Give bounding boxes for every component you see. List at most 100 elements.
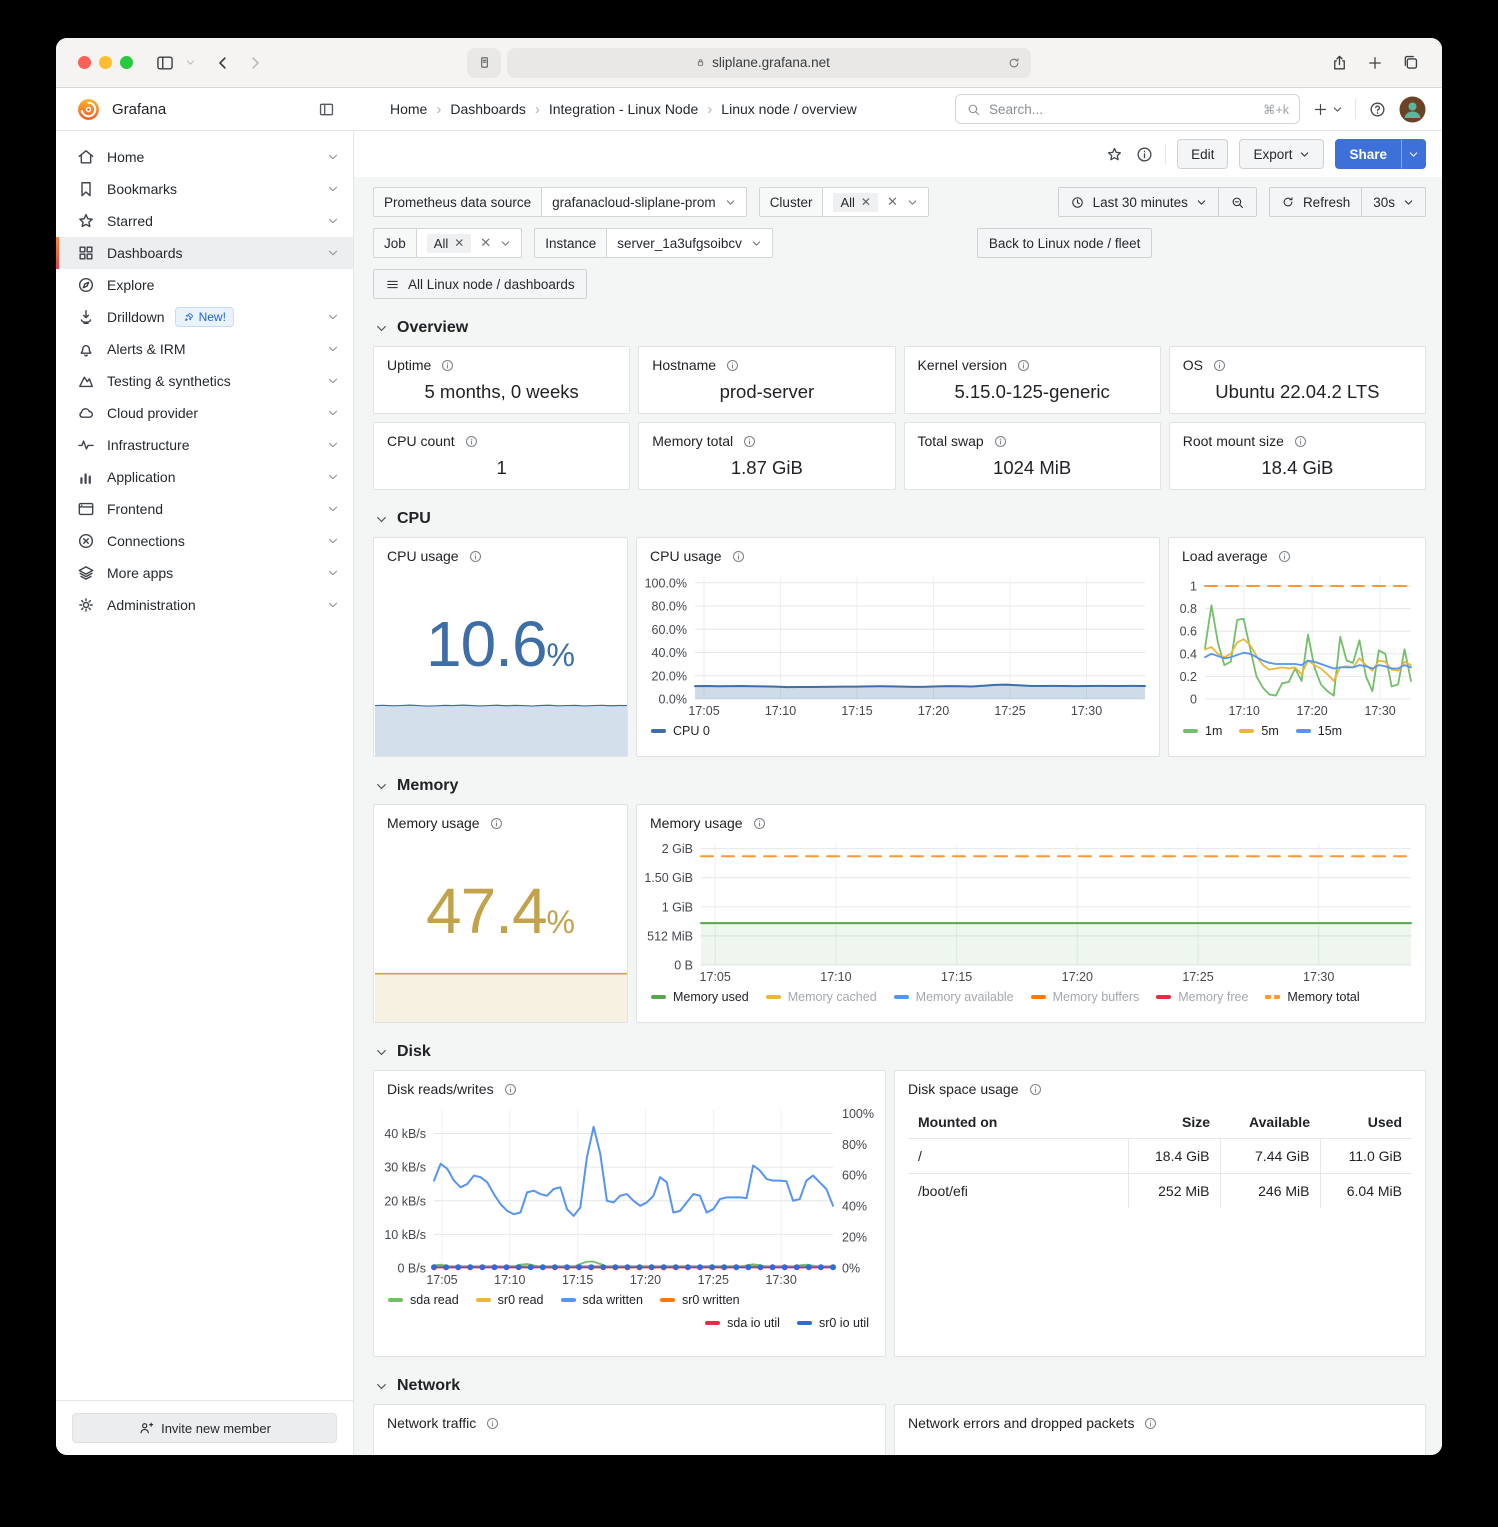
help-icon[interactable] <box>1368 100 1387 119</box>
cluster-select[interactable]: All✕ ✕ <box>822 187 928 217</box>
info-icon[interactable] <box>1143 1416 1158 1431</box>
section-cpu[interactable]: CPU <box>375 510 1426 528</box>
sidebar-item-home[interactable]: Home <box>56 141 353 173</box>
invite-new-member-button[interactable]: Invite new member <box>72 1413 337 1443</box>
clear-icon[interactable]: ✕ <box>887 194 898 210</box>
sidebar-item-infrastructure[interactable]: Infrastructure <box>56 429 353 461</box>
legend-item[interactable]: Memory total <box>1265 990 1359 1004</box>
chevron-down-icon[interactable] <box>327 503 339 515</box>
favorite-icon[interactable] <box>1105 145 1124 164</box>
section-memory[interactable]: Memory <box>375 777 1426 795</box>
legend-item[interactable]: 5m <box>1239 724 1278 738</box>
sidebar-item-starred[interactable]: Starred <box>56 205 353 237</box>
instance-select[interactable]: server_1a3ufgsoibcv <box>606 228 773 258</box>
section-disk[interactable]: Disk <box>375 1043 1426 1061</box>
zoom-window-button[interactable] <box>120 56 133 69</box>
info-icon[interactable] <box>503 1082 518 1097</box>
info-icon[interactable] <box>468 549 483 564</box>
job-select[interactable]: All✕ ✕ <box>416 228 522 258</box>
info-icon[interactable] <box>752 816 767 831</box>
sidebar-item-more-apps[interactable]: More apps <box>56 557 353 589</box>
cluster-chip[interactable]: All✕ <box>833 193 878 212</box>
chevron-down-icon[interactable] <box>327 567 339 579</box>
job-chip[interactable]: All✕ <box>427 234 472 253</box>
info-icon[interactable] <box>1212 358 1227 373</box>
sidebar-item-cloud-provider[interactable]: Cloud provider <box>56 397 353 429</box>
reload-icon[interactable] <box>1007 56 1021 70</box>
new-tab-icon[interactable] <box>1366 54 1384 72</box>
clear-icon[interactable]: ✕ <box>480 235 491 251</box>
chevron-down-icon[interactable] <box>327 215 339 227</box>
legend-item[interactable]: sda written <box>561 1293 643 1307</box>
info-icon[interactable] <box>489 816 504 831</box>
legend-item[interactable]: sda read <box>388 1293 459 1307</box>
cpu-usage-chart[interactable]: 0.0%20.0%40.0%60.0%80.0%100.0%17:0517:10… <box>637 569 1159 721</box>
section-network[interactable]: Network <box>375 1377 1426 1395</box>
info-icon[interactable] <box>440 358 455 373</box>
chevron-down-icon[interactable] <box>327 535 339 547</box>
info-icon[interactable] <box>1028 1082 1043 1097</box>
breadcrumb-integration[interactable]: Integration - Linux Node <box>549 101 698 117</box>
grafana-logo[interactable] <box>76 97 101 122</box>
legend-item[interactable]: Memory used <box>651 990 749 1004</box>
legend-item[interactable]: Memory buffers <box>1031 990 1140 1004</box>
legend-item[interactable]: 1m <box>1183 724 1222 738</box>
info-icon[interactable] <box>731 549 746 564</box>
sidebar-item-dashboards[interactable]: Dashboards <box>56 237 353 269</box>
sidebar-item-bookmarks[interactable]: Bookmarks <box>56 173 353 205</box>
info-icon[interactable] <box>464 434 479 449</box>
minimize-window-button[interactable] <box>99 56 112 69</box>
legend-item[interactable]: Memory cached <box>766 990 877 1004</box>
share-page-icon[interactable] <box>1330 53 1349 72</box>
chevron-down-icon[interactable] <box>327 375 339 387</box>
avatar[interactable] <box>1399 96 1426 123</box>
sidebar-item-application[interactable]: Application <box>56 461 353 493</box>
breadcrumb-dashboards[interactable]: Dashboards <box>450 101 526 117</box>
datasource-select[interactable]: grafanacloud-sliplane-prom <box>541 187 747 217</box>
table-header[interactable]: Size <box>1128 1106 1220 1139</box>
export-button[interactable]: Export <box>1239 139 1324 169</box>
refresh-interval-select[interactable]: 30s <box>1362 187 1426 217</box>
section-overview[interactable]: Overview <box>375 319 1426 337</box>
info-icon[interactable] <box>1016 358 1031 373</box>
chevron-down-icon[interactable] <box>327 343 339 355</box>
memory-usage-chart[interactable]: 0 B512 MiB1 GiB1.50 GiB2 GiB17:0517:1017… <box>637 836 1425 987</box>
legend-item[interactable]: Memory free <box>1156 990 1248 1004</box>
sidebar-item-frontend[interactable]: Frontend <box>56 493 353 525</box>
info-icon[interactable] <box>993 434 1008 449</box>
share-button[interactable]: Share <box>1335 139 1401 169</box>
legend-item[interactable]: CPU 0 <box>651 724 710 738</box>
breadcrumb-home[interactable]: Home <box>390 101 427 117</box>
tab-overview-icon[interactable] <box>1401 53 1420 72</box>
disk-rw-chart[interactable]: 0 B/s10 kB/s20 kB/s30 kB/s40 kB/s17:0517… <box>374 1102 885 1290</box>
legend-item[interactable]: Memory available <box>894 990 1014 1004</box>
chevron-down-icon[interactable] <box>327 471 339 483</box>
chevron-down-icon[interactable] <box>327 311 339 323</box>
share-menu-button[interactable] <box>1401 139 1426 169</box>
table-header[interactable]: Mounted on <box>908 1106 1128 1139</box>
info-icon[interactable] <box>1277 549 1292 564</box>
edit-button[interactable]: Edit <box>1177 139 1228 169</box>
toggle-sidebar-icon[interactable] <box>317 100 336 119</box>
legend-item[interactable]: sr0 io util <box>797 1316 869 1330</box>
chevron-down-icon[interactable] <box>327 151 339 163</box>
table-header[interactable]: Available <box>1220 1106 1320 1139</box>
info-icon[interactable] <box>485 1416 500 1431</box>
chevron-down-icon[interactable] <box>185 57 196 68</box>
back-icon[interactable] <box>214 54 232 72</box>
back-to-fleet-button[interactable]: Back to Linux node / fleet <box>977 228 1153 258</box>
dashboard-info-icon[interactable] <box>1135 145 1154 164</box>
chevron-down-icon[interactable] <box>327 439 339 451</box>
table-header[interactable]: Used <box>1320 1106 1412 1139</box>
info-icon[interactable] <box>742 434 757 449</box>
refresh-button[interactable]: Refresh <box>1269 187 1362 217</box>
chevron-down-icon[interactable] <box>327 183 339 195</box>
close-window-button[interactable] <box>78 56 91 69</box>
legend-item[interactable]: sda io util <box>705 1316 780 1330</box>
legend-item[interactable]: 15m <box>1296 724 1342 738</box>
sidebar-item-alerts-irm[interactable]: Alerts & IRM <box>56 333 353 365</box>
all-dashboards-link[interactable]: All Linux node / dashboards <box>373 269 587 299</box>
add-new-button[interactable] <box>1312 101 1343 118</box>
address-bar[interactable]: sliplane.grafana.net <box>507 48 1031 78</box>
legend-item[interactable]: Cores <box>1183 755 1238 757</box>
